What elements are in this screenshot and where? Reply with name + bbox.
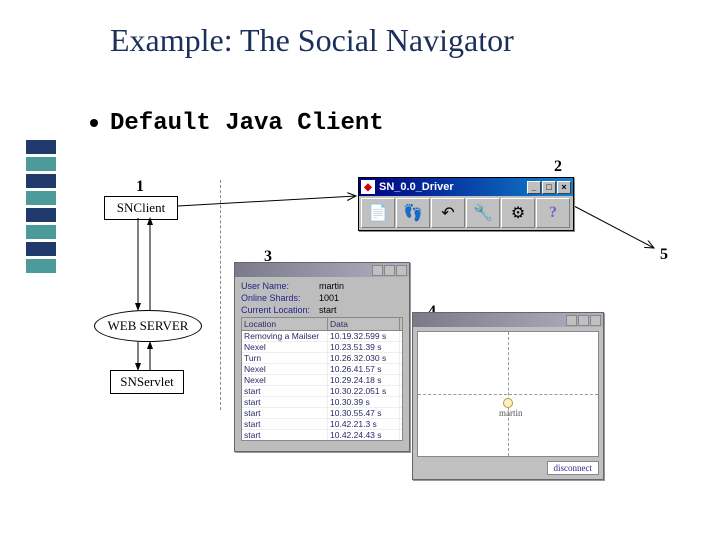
back-icon[interactable]: ↶ <box>431 198 465 228</box>
map-person-label: martin <box>499 408 523 418</box>
bullet-text: Default Java Client <box>110 110 384 137</box>
map-axis-v <box>508 332 509 456</box>
snclient-box: SNClient <box>104 196 178 220</box>
col-location: Location <box>242 318 328 330</box>
user-label: User Name: <box>241 281 319 291</box>
table-row: Nexel10.29.24.18 s <box>242 375 402 386</box>
bullet-row: Default Java Client <box>90 110 384 137</box>
gear-icon[interactable]: ⚙ <box>501 198 535 228</box>
snclient-label: SNClient <box>117 200 165 215</box>
table-row: start10.42.21.3 s <box>242 419 402 430</box>
map-person-icon: martin <box>499 398 517 418</box>
footprints-icon[interactable]: 👣 <box>396 198 430 228</box>
slide-title: Example: The Social Navigator <box>110 22 514 59</box>
table-header: Location Data <box>241 317 403 331</box>
map-close-button[interactable] <box>590 315 601 326</box>
table-row: Nexel10.23.51.39 s <box>242 342 402 353</box>
driver-window: ◆ SN_0.0_Driver _ □ × 📄 👣 ↶ 🔧 ⚙ ? <box>358 177 574 231</box>
disconnect-button[interactable]: disconnect <box>547 461 600 475</box>
close-button[interactable]: × <box>557 181 571 194</box>
webserver-oval: WEB SERVER <box>94 310 202 342</box>
user-value: martin <box>319 281 344 291</box>
webserver-label: WEB SERVER <box>108 318 189 333</box>
slide-decor <box>26 140 56 280</box>
snservlet-box: SNServlet <box>110 370 184 394</box>
loc-label: Current Location: <box>241 305 319 315</box>
info-min-button[interactable] <box>372 265 383 276</box>
marker-2: 2 <box>554 158 562 176</box>
driver-toolbar: 📄 👣 ↶ 🔧 ⚙ ? <box>359 196 573 230</box>
info-max-button[interactable] <box>384 265 395 276</box>
col-data: Data <box>328 318 400 330</box>
bullet-dot <box>90 119 98 127</box>
minimize-button[interactable]: _ <box>527 181 541 194</box>
driver-title: SN_0.0_Driver <box>379 181 454 193</box>
info-close-button[interactable] <box>396 265 407 276</box>
map-max-button[interactable] <box>578 315 589 326</box>
shards-label: Online Shards: <box>241 293 319 303</box>
table-row: Turn10.26.32.030 s <box>242 353 402 364</box>
info-titlebar <box>235 263 409 277</box>
wrench-icon[interactable]: 🔧 <box>466 198 500 228</box>
map-min-button[interactable] <box>566 315 577 326</box>
map-canvas: martin <box>417 331 599 457</box>
app-icon: ◆ <box>361 180 375 194</box>
snservlet-label: SNServlet <box>120 374 173 389</box>
driver-titlebar: ◆ SN_0.0_Driver _ □ × <box>359 178 573 196</box>
doc-icon[interactable]: 📄 <box>361 198 395 228</box>
vertical-dash <box>220 180 221 410</box>
marker-5: 5 <box>660 246 668 264</box>
maximize-button[interactable]: □ <box>542 181 556 194</box>
table-row: Nexel10.26.41.57 s <box>242 364 402 375</box>
table-body: Removing a Mailser10.19.32.599 s Nexel10… <box>241 331 403 441</box>
table-row: start10.30.22.051 s <box>242 386 402 397</box>
marker-1: 1 <box>136 178 144 196</box>
info-window: User Name:martin Online Shards:1001 Curr… <box>234 262 410 452</box>
shards-value: 1001 <box>319 293 339 303</box>
table-row: start10.30.55.47 s <box>242 408 402 419</box>
table-row: start10.42.24.43 s <box>242 430 402 441</box>
map-window: martin disconnect <box>412 312 604 480</box>
help-icon[interactable]: ? <box>536 198 570 228</box>
table-row: start10.30.39 s <box>242 397 402 408</box>
table-row: Removing a Mailser10.19.32.599 s <box>242 331 402 342</box>
loc-value: start <box>319 305 337 315</box>
map-titlebar <box>413 313 603 327</box>
